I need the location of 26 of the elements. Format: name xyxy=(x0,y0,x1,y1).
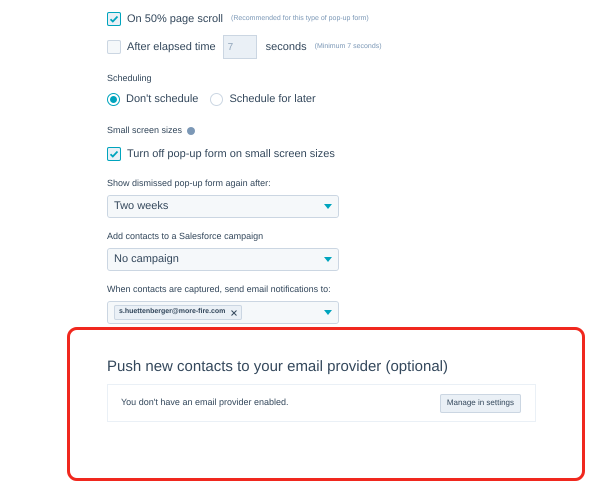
dropdown[interactable]: Two weeks xyxy=(107,195,339,218)
dropdown-value: Two weeks xyxy=(114,199,168,214)
unit-label: seconds xyxy=(266,40,307,55)
radio-option[interactable]: Schedule for later xyxy=(210,90,316,108)
radio-option[interactable]: Don't schedule xyxy=(107,90,198,108)
caret-icon xyxy=(324,204,332,209)
caret-icon xyxy=(324,310,332,315)
checkbox[interactable] xyxy=(107,40,121,54)
manage-settings-button[interactable]: Manage in settings xyxy=(440,394,521,412)
checkbox[interactable] xyxy=(107,12,121,26)
field-label: When contacts are captured, send email notifications to: xyxy=(107,283,332,295)
number-field[interactable]: 7 xyxy=(222,35,257,59)
caret-icon xyxy=(324,257,332,262)
message-text: You don't have an email provider enabled. xyxy=(121,396,289,410)
section-heading: Push new contacts to your email provider (optional) xyxy=(107,357,450,376)
dropdown-value: No campaign xyxy=(114,252,179,268)
remove-icon[interactable] xyxy=(231,310,238,316)
dropdown[interactable]: No campaign xyxy=(107,248,339,271)
field-label: Add contacts to a Salesforce campaign xyxy=(107,230,264,242)
section-label: Scheduling xyxy=(107,72,153,84)
option-label: After elapsed time xyxy=(127,40,216,55)
section-label: Small screen sizes xyxy=(107,124,182,138)
option-label: On 50% page scroll xyxy=(127,12,223,27)
checkbox[interactable] xyxy=(107,147,121,161)
field-label: Show dismissed pop-up form again after: xyxy=(107,177,272,189)
option-label: Turn off pop-up form on small screen sizes xyxy=(127,146,335,162)
